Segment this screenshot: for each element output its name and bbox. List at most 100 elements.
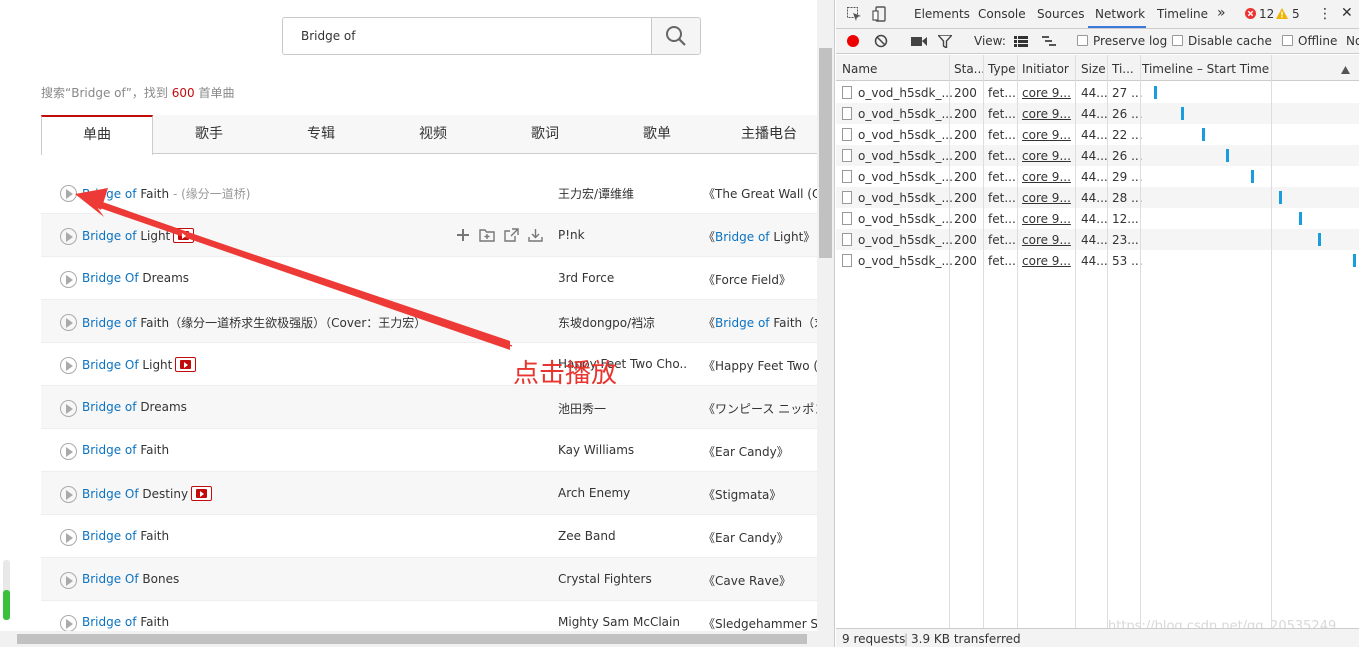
- file-icon: [842, 170, 852, 183]
- network-toolbar: View: Preserve log Disable cache Offline…: [836, 29, 1359, 54]
- request-row[interactable]: o_vod_h5sdk_... 200 fet... core 9... 44... 23…: [836, 229, 1359, 250]
- col-name[interactable]: Name: [842, 62, 877, 76]
- throttle-select[interactable]: No: [1346, 34, 1359, 48]
- request-size: 44...: [1081, 233, 1108, 247]
- request-name[interactable]: o_vod_h5sdk_...: [842, 191, 953, 205]
- request-time: 22 ...: [1112, 128, 1143, 142]
- tab-timeline[interactable]: Timeline: [1157, 7, 1208, 21]
- music-search-page: 搜索“Bridge of”，找到 600 首单曲 单曲歌手专辑视频歌词歌单主播电…: [0, 0, 835, 647]
- request-initiator[interactable]: core 9...: [1022, 128, 1071, 142]
- waterfall-bar: [1181, 107, 1184, 120]
- vertical-scroll-thumb[interactable]: [819, 48, 832, 258]
- tab-console[interactable]: Console: [978, 7, 1026, 21]
- file-icon: [842, 254, 852, 267]
- request-initiator[interactable]: core 9...: [1022, 254, 1071, 268]
- disable-cache-checkbox[interactable]: Disable cache: [1172, 34, 1272, 48]
- request-row[interactable]: o_vod_h5sdk_... 200 fet... core 9... 44... 12…: [836, 208, 1359, 229]
- request-initiator[interactable]: core 9...: [1022, 233, 1071, 247]
- list-view-icon[interactable]: [1014, 36, 1028, 50]
- request-type: fet...: [988, 128, 1016, 142]
- request-time: 27 ...: [1112, 86, 1143, 100]
- col-divider: [1075, 55, 1076, 631]
- clear-icon[interactable]: [874, 34, 888, 51]
- request-name[interactable]: o_vod_h5sdk_...: [842, 149, 953, 163]
- col-timeline[interactable]: Timeline – Start Time: [1142, 62, 1269, 76]
- request-time: 29 ...: [1112, 170, 1143, 184]
- request-row[interactable]: o_vod_h5sdk_... 200 fet... core 9... 44... 22…: [836, 124, 1359, 145]
- request-row[interactable]: o_vod_h5sdk_... 200 fet... core 9... 44... 26…: [836, 145, 1359, 166]
- preserve-log-checkbox[interactable]: Preserve log: [1077, 34, 1167, 48]
- file-icon: [842, 107, 852, 120]
- waterfall-bar: [1251, 170, 1254, 183]
- offline-checkbox[interactable]: Offline: [1282, 34, 1337, 48]
- warning-count[interactable]: 5: [1292, 7, 1300, 21]
- request-row[interactable]: o_vod_h5sdk_... 200 fet... core 9... 44... 29…: [836, 166, 1359, 187]
- col-size[interactable]: Size: [1081, 62, 1106, 76]
- request-initiator[interactable]: core 9...: [1022, 170, 1071, 184]
- request-row[interactable]: o_vod_h5sdk_... 200 fet... core 9... 44... 27…: [836, 82, 1359, 103]
- request-time: 26 ...: [1112, 107, 1143, 121]
- devtools-panel: Elements Console Sources Network Timelin…: [836, 0, 1359, 647]
- request-time: 26 ...: [1112, 149, 1143, 163]
- inspect-icon[interactable]: [846, 6, 862, 25]
- kebab-menu-icon[interactable]: ⋮: [1318, 6, 1332, 22]
- warning-icon: [1276, 8, 1288, 22]
- close-icon[interactable]: ✕: [1341, 5, 1353, 21]
- request-size: 44...: [1081, 107, 1108, 121]
- error-count[interactable]: 12: [1259, 7, 1274, 21]
- request-initiator[interactable]: core 9...: [1022, 86, 1071, 100]
- sort-asc-icon[interactable]: [1341, 63, 1350, 77]
- file-icon: [842, 149, 852, 162]
- offline-label: Offline: [1298, 34, 1338, 48]
- tab-sources[interactable]: Sources: [1037, 7, 1084, 21]
- tab-elements[interactable]: Elements: [914, 7, 970, 21]
- request-name[interactable]: o_vod_h5sdk_...: [842, 170, 953, 184]
- request-initiator[interactable]: core 9...: [1022, 149, 1071, 163]
- request-type: fet...: [988, 149, 1016, 163]
- request-initiator[interactable]: core 9...: [1022, 191, 1071, 205]
- request-name[interactable]: o_vod_h5sdk_...: [842, 254, 953, 268]
- col-type[interactable]: Type: [988, 62, 1016, 76]
- transferred-size: 3.9 KB transferred: [911, 632, 1021, 646]
- request-status: 200: [954, 212, 977, 226]
- horizontal-scrollbar[interactable]: [0, 631, 834, 647]
- record-icon[interactable]: [846, 34, 860, 51]
- waterfall-bar: [1202, 128, 1205, 141]
- request-name[interactable]: o_vod_h5sdk_...: [842, 107, 953, 121]
- request-name[interactable]: o_vod_h5sdk_...: [842, 212, 953, 226]
- request-name[interactable]: o_vod_h5sdk_...: [842, 128, 953, 142]
- filter-icon[interactable]: [936, 34, 954, 51]
- request-type: fet...: [988, 191, 1016, 205]
- request-initiator[interactable]: core 9...: [1022, 107, 1071, 121]
- screenshot-icon[interactable]: [911, 35, 927, 50]
- waterfall-view-icon[interactable]: [1042, 36, 1056, 50]
- more-tabs-icon[interactable]: »: [1217, 5, 1226, 21]
- request-name[interactable]: o_vod_h5sdk_...: [842, 233, 953, 247]
- request-time: 28 ...: [1112, 191, 1143, 205]
- col-divider: [1017, 55, 1018, 631]
- request-time: 23...: [1112, 233, 1139, 247]
- col-time[interactable]: Ti...: [1112, 62, 1134, 76]
- request-row[interactable]: o_vod_h5sdk_... 200 fet... core 9... 44... 53…: [836, 250, 1359, 271]
- annotation-label: 点击播放: [513, 359, 618, 389]
- file-icon: [842, 233, 852, 246]
- request-row[interactable]: o_vod_h5sdk_... 200 fet... core 9... 44... 28…: [836, 187, 1359, 208]
- devtools-tab-bar: Elements Console Sources Network Timelin…: [836, 0, 1359, 29]
- tab-network[interactable]: Network: [1095, 7, 1145, 21]
- request-row[interactable]: o_vod_h5sdk_... 200 fet... core 9... 44... 26…: [836, 103, 1359, 124]
- waterfall-bar: [1353, 254, 1356, 267]
- request-status: 200: [954, 170, 977, 184]
- request-type: fet...: [988, 254, 1016, 268]
- view-label: View:: [974, 34, 1006, 48]
- vertical-scrollbar[interactable]: [817, 0, 834, 631]
- horizontal-scroll-thumb[interactable]: [17, 634, 807, 644]
- request-name[interactable]: o_vod_h5sdk_...: [842, 86, 953, 100]
- col-initiator[interactable]: Initiator: [1022, 62, 1069, 76]
- timeline-gridline: [1271, 55, 1272, 631]
- request-size: 44...: [1081, 128, 1108, 142]
- annotation-arrow: [75, 188, 513, 350]
- col-status[interactable]: Sta...: [954, 62, 985, 76]
- request-size: 44...: [1081, 254, 1108, 268]
- request-initiator[interactable]: core 9...: [1022, 212, 1071, 226]
- device-toolbar-icon[interactable]: [872, 6, 888, 25]
